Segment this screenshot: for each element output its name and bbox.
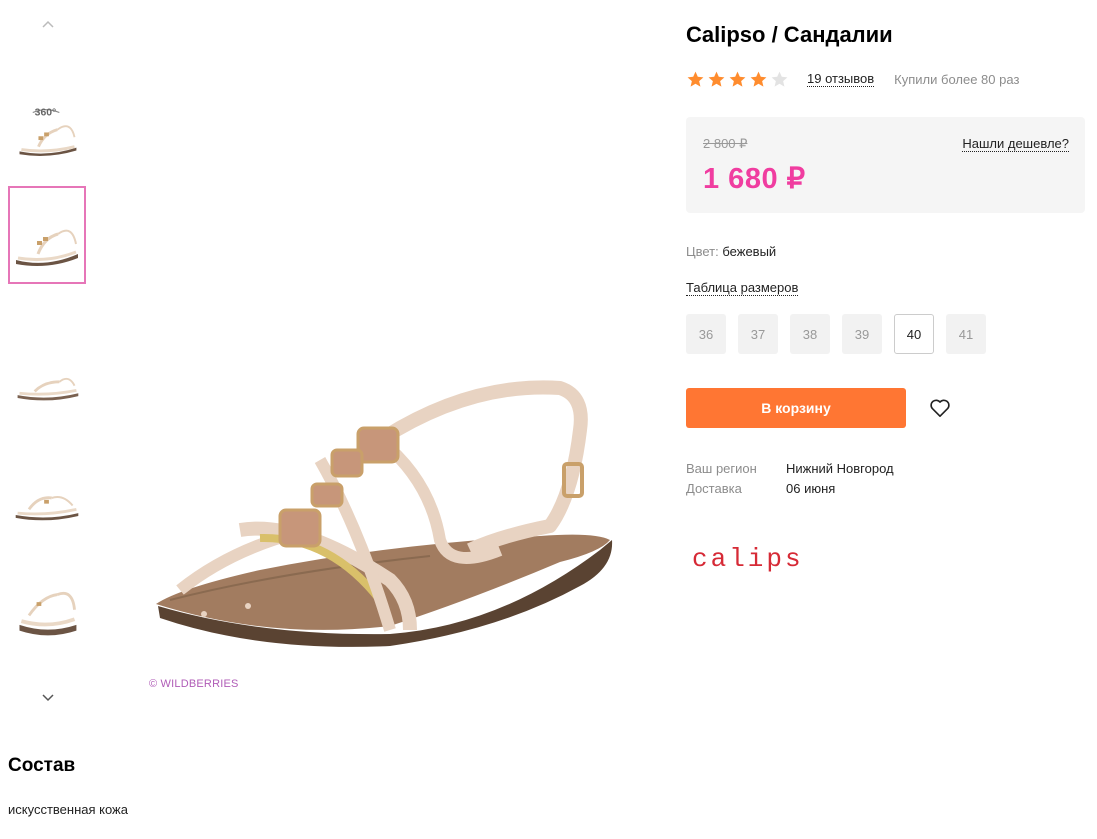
size-selector: 36 37 38 39 40 41 <box>686 314 986 354</box>
current-price: 1 680 ₽ <box>703 163 806 195</box>
main-product-image[interactable] <box>140 300 620 700</box>
heart-icon <box>930 399 950 417</box>
sandal-back-thumb-image <box>15 496 79 521</box>
star-filled-icon <box>708 71 725 87</box>
sandal-angle-thumb-image <box>19 591 77 636</box>
region-value: Нижний Новгород <box>786 461 894 476</box>
add-to-cart-button[interactable]: В корзину <box>686 388 906 428</box>
size-option[interactable]: 39 <box>842 314 882 354</box>
rating-stars <box>686 70 789 89</box>
size-option[interactable]: 38 <box>790 314 830 354</box>
color-label: Цвет: <box>686 244 719 259</box>
reviews-link[interactable]: 19 отзывов <box>807 71 875 87</box>
favorite-button[interactable] <box>926 394 954 422</box>
star-filled-icon <box>750 71 767 87</box>
star-filled-icon <box>729 71 746 87</box>
badge-360: 360° <box>35 107 57 118</box>
composition-title: Состав <box>8 755 76 776</box>
product-title: Calipso / Сандалии <box>686 22 893 47</box>
chevron-down-icon <box>42 694 54 702</box>
svg-text:calipso: calipso <box>692 544 802 574</box>
size-option[interactable]: 36 <box>686 314 726 354</box>
found-cheaper-link[interactable]: Нашли дешевле? <box>962 136 1069 152</box>
sandal-front-thumb-image <box>17 377 79 401</box>
size-table-link[interactable]: Таблица размеров <box>686 280 799 296</box>
size-option[interactable]: 37 <box>738 314 778 354</box>
brand-logo[interactable]: calipso <box>692 544 819 574</box>
delivery-label: Доставка <box>686 481 742 496</box>
bought-count: Купили более 80 раз <box>894 71 1020 87</box>
thumb-scroll-down-button[interactable] <box>38 690 58 706</box>
thumb-scroll-up-button[interactable] <box>38 16 58 32</box>
star-filled-icon <box>687 71 704 87</box>
chevron-up-icon <box>42 20 54 28</box>
watermark: © WILDBERRIES <box>149 678 239 690</box>
sandal-main-image <box>156 380 613 647</box>
composition-text: искусственная кожа <box>8 802 128 817</box>
color-row: Цвет: бежевый <box>686 244 776 259</box>
star-empty-icon <box>771 71 788 87</box>
color-value: бежевый <box>722 244 777 259</box>
rating-row: 19 отзывов Купили более 80 раз <box>686 68 1019 90</box>
delivery-info: Ваш регион Нижний Новгород Доставка 06 и… <box>686 459 894 499</box>
thumbnail-4[interactable] <box>8 448 86 546</box>
old-price: 2 800 ₽ <box>703 136 748 151</box>
sandal-360-thumb-image: 360° <box>19 107 77 156</box>
thumbnail-2[interactable] <box>8 186 86 284</box>
size-option[interactable]: 40 <box>894 314 934 354</box>
thumbnail-5[interactable] <box>8 556 86 654</box>
region-label: Ваш регион <box>686 461 757 476</box>
delivery-value: 06 июня <box>786 481 836 496</box>
sandal-side-thumb-image <box>16 229 78 266</box>
thumbnail-360[interactable]: 360° <box>8 92 86 190</box>
size-option[interactable]: 41 <box>946 314 986 354</box>
thumbnail-3[interactable] <box>8 330 86 428</box>
calipso-logo: calipso <box>692 544 819 574</box>
price-box: 2 800 ₽ 1 680 ₽ Нашли дешевле? <box>686 117 1085 213</box>
